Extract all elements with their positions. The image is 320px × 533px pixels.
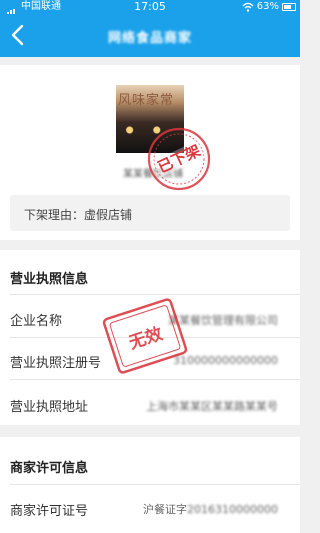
battery-percent: 63% xyxy=(256,1,279,12)
permit-number-label: 商家许可证号 xyxy=(10,504,89,519)
status-right: 63% xyxy=(242,0,296,14)
company-name-label: 企业名称 xyxy=(10,314,63,329)
divider xyxy=(10,294,300,295)
removed-stamp-text: 已下架 xyxy=(155,141,203,176)
invalid-stamp: 无效 xyxy=(102,298,188,374)
permit-section-title: 商家许可信息 xyxy=(10,461,89,476)
divider xyxy=(10,379,300,380)
license-section-title: 营业执照信息 xyxy=(10,272,89,287)
page-title: 网络食品商家 xyxy=(107,31,192,46)
permit-number-value: 沪餐证字2016310000000 xyxy=(143,501,278,517)
status-bar: 中国联通 17:05 63% xyxy=(0,0,300,17)
permit-section: 商家许可信息 商家许可证号 沪餐证字2016310000000 xyxy=(0,437,300,533)
license-address-label: 营业执照地址 xyxy=(10,400,89,415)
removal-reason-box: 下架理由：虚假店铺 xyxy=(10,195,290,231)
license-address-value: 上海市某某区某某路某某号 xyxy=(146,400,278,413)
divider xyxy=(10,484,300,485)
invalid-stamp-text: 无效 xyxy=(125,323,165,354)
permit-number-rest: 2016310000000 xyxy=(187,503,278,516)
removal-reason-text: 下架理由：虚假店铺 xyxy=(24,208,133,222)
removed-stamp: 已下架 xyxy=(147,127,211,191)
license-number-label: 营业执照注册号 xyxy=(10,356,102,371)
battery-icon xyxy=(282,3,296,11)
nav-bar: 网络食品商家 xyxy=(0,14,300,57)
wifi-icon xyxy=(242,2,254,12)
permit-number-prefix: 沪餐证字 xyxy=(143,503,188,516)
shop-photo-sign: 风味家常 xyxy=(118,93,175,108)
